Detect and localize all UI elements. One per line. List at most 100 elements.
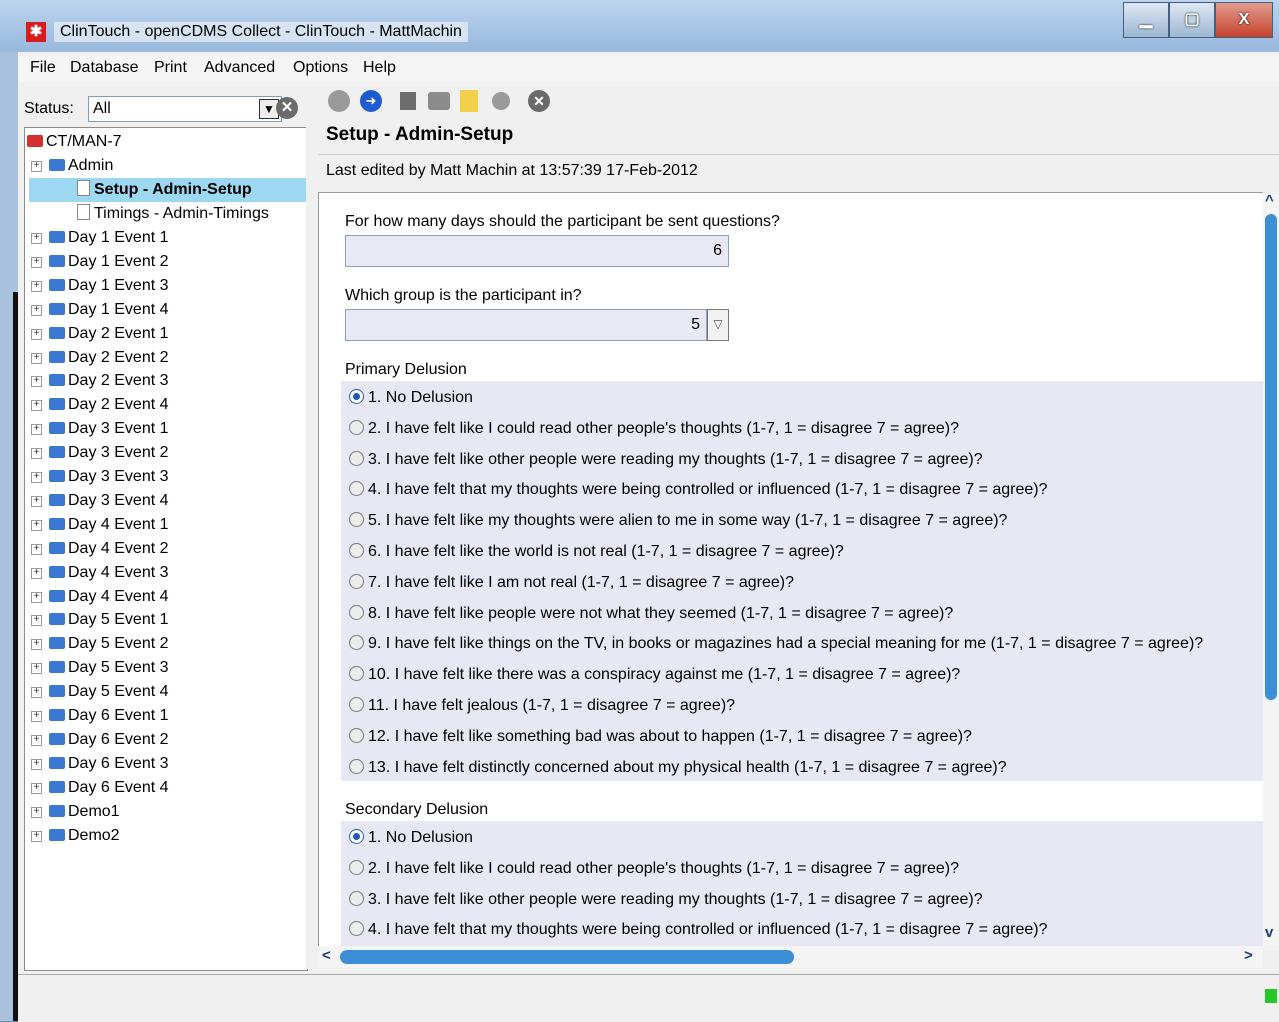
radio-button[interactable] — [349, 604, 364, 620]
save-icon[interactable] — [400, 92, 416, 110]
tree-item-event[interactable]: Day 6 Event 3 — [49, 752, 169, 776]
radio-button[interactable] — [349, 512, 364, 528]
expand-icon[interactable]: + — [31, 806, 42, 818]
back-icon[interactable] — [328, 90, 350, 112]
print-icon[interactable] — [428, 92, 450, 110]
primary-option[interactable]: 4. I have felt that my thoughts were bei… — [349, 475, 1048, 505]
expand-icon[interactable]: + — [31, 161, 42, 172]
minimize-button[interactable]: ▁ — [1123, 2, 1169, 38]
horizontal-scrollbar[interactable]: < > — [318, 946, 1263, 968]
menu-database[interactable]: Database — [70, 59, 139, 77]
radio-button[interactable] — [349, 697, 364, 712]
radio-button[interactable] — [349, 450, 364, 466]
primary-option[interactable]: 7. I have felt like I am not real (1-7, … — [349, 568, 794, 598]
tree-item-event[interactable]: Day 5 Event 1 — [49, 608, 169, 632]
cancel-icon[interactable]: ✕ — [528, 90, 550, 112]
menu-advanced[interactable]: Advanced — [204, 59, 275, 77]
tree-item-event[interactable]: Demo2 — [49, 824, 120, 848]
clear-filter-icon[interactable]: ✕ — [276, 97, 298, 119]
secondary-option[interactable]: 4. I have felt that my thoughts were bei… — [349, 915, 1048, 945]
expand-icon[interactable]: + — [31, 304, 42, 316]
tree-item-event[interactable]: Day 5 Event 3 — [49, 656, 169, 680]
primary-option[interactable]: 5. I have felt like my thoughts were ali… — [349, 506, 1007, 536]
group-select[interactable]: 5 — [345, 309, 707, 341]
tree-item-event[interactable]: Day 1 Event 3 — [49, 274, 169, 298]
tree-item-event[interactable]: Day 6 Event 4 — [49, 776, 169, 800]
tree-item-timings[interactable]: Timings - Admin-Timings — [77, 202, 269, 226]
tree-item-event[interactable]: Day 3 Event 4 — [49, 489, 169, 513]
primary-option[interactable]: 8. I have felt like people were not what… — [349, 599, 953, 629]
tree-item-event[interactable]: Day 3 Event 3 — [49, 465, 169, 489]
tree-item-event[interactable]: Day 4 Event 4 — [49, 585, 169, 609]
horizontal-scroll-thumb[interactable] — [340, 950, 794, 964]
tree-item-event[interactable]: Day 2 Event 4 — [49, 393, 169, 417]
tree-item-event[interactable]: Day 1 Event 1 — [49, 226, 169, 250]
expand-icon[interactable]: + — [31, 519, 42, 531]
tree-item-event[interactable]: Day 1 Event 2 — [49, 250, 169, 274]
radio-button[interactable] — [349, 389, 364, 404]
menu-print[interactable]: Print — [154, 59, 187, 77]
pane-splitter[interactable] — [306, 92, 316, 969]
tree-item-event[interactable]: Day 6 Event 2 — [49, 728, 169, 752]
tree-item-event[interactable]: Day 1 Event 4 — [49, 298, 169, 322]
expand-icon[interactable]: + — [31, 830, 42, 842]
tree-item-event[interactable]: Day 3 Event 1 — [49, 417, 169, 441]
radio-button[interactable] — [349, 758, 364, 774]
radio-button[interactable] — [349, 890, 364, 906]
expand-icon[interactable]: + — [31, 782, 42, 794]
days-input[interactable]: 6 — [345, 235, 729, 267]
expand-icon[interactable]: + — [31, 639, 42, 651]
forward-icon[interactable]: ➜ — [360, 90, 382, 112]
expand-icon[interactable]: + — [31, 400, 42, 412]
tree-root[interactable]: CT/MAN-7 — [27, 130, 122, 154]
tree-item-event[interactable]: Day 4 Event 2 — [49, 537, 169, 561]
tree-item-event[interactable]: Day 5 Event 4 — [49, 680, 169, 704]
expand-icon[interactable]: + — [31, 352, 42, 364]
radio-button[interactable] — [349, 829, 364, 844]
radio-button[interactable] — [349, 666, 364, 682]
primary-option[interactable]: 6. I have felt like the world is not rea… — [349, 537, 844, 567]
secondary-option[interactable]: 3. I have felt like other people were re… — [349, 885, 983, 915]
tree-item-event[interactable]: Day 5 Event 2 — [49, 632, 169, 656]
tree-item-setup[interactable]: Setup - Admin-Setup — [29, 178, 307, 202]
expand-icon[interactable]: + — [31, 734, 42, 746]
maximize-button[interactable]: ▢ — [1169, 2, 1215, 38]
primary-option[interactable]: 12. I have felt like something bad was a… — [349, 722, 972, 752]
radio-button[interactable] — [349, 419, 364, 435]
primary-option[interactable]: 1. No Delusion — [349, 383, 473, 413]
tree-item-event[interactable]: Day 4 Event 1 — [49, 513, 169, 537]
radio-button[interactable] — [349, 481, 364, 497]
expand-icon[interactable]: + — [31, 233, 42, 244]
scroll-left-icon[interactable]: < — [322, 947, 331, 964]
radio-button[interactable] — [349, 543, 364, 558]
expand-icon[interactable]: + — [31, 615, 42, 627]
expand-icon[interactable]: + — [31, 711, 42, 722]
tree-item-event[interactable]: Day 2 Event 2 — [49, 346, 169, 370]
primary-option[interactable]: 11. I have felt jealous (1-7, 1 = disagr… — [349, 691, 735, 721]
expand-icon[interactable]: + — [31, 567, 42, 579]
radio-button[interactable] — [349, 635, 364, 651]
tree-item-event[interactable]: Demo1 — [49, 800, 120, 824]
tree-item-event[interactable]: Day 2 Event 1 — [49, 322, 169, 346]
expand-icon[interactable]: + — [31, 495, 42, 507]
radio-button[interactable] — [349, 727, 364, 743]
status-select[interactable]: All ▼ — [88, 96, 282, 122]
radio-button[interactable] — [349, 859, 364, 875]
expand-icon[interactable]: + — [31, 758, 42, 770]
primary-option[interactable]: 3. I have felt like other people were re… — [349, 445, 983, 475]
expand-icon[interactable]: + — [31, 472, 42, 483]
expand-icon[interactable]: + — [31, 663, 42, 675]
record-icon[interactable] — [492, 92, 510, 110]
tree-item-event[interactable]: Day 4 Event 3 — [49, 561, 169, 585]
radio-button[interactable] — [349, 921, 364, 937]
expand-icon[interactable]: + — [31, 424, 42, 436]
expand-icon[interactable]: + — [31, 376, 42, 388]
menu-file[interactable]: File — [30, 59, 56, 77]
vertical-scroll-thumb[interactable] — [1265, 214, 1277, 700]
expand-icon[interactable]: + — [31, 687, 42, 699]
menu-options[interactable]: Options — [293, 59, 348, 77]
secondary-option[interactable]: 1. No Delusion — [349, 823, 473, 853]
scroll-up-icon[interactable]: ^ — [1265, 192, 1274, 209]
edit-icon[interactable] — [460, 90, 478, 112]
primary-option[interactable]: 2. I have felt like I could read other p… — [349, 414, 959, 444]
